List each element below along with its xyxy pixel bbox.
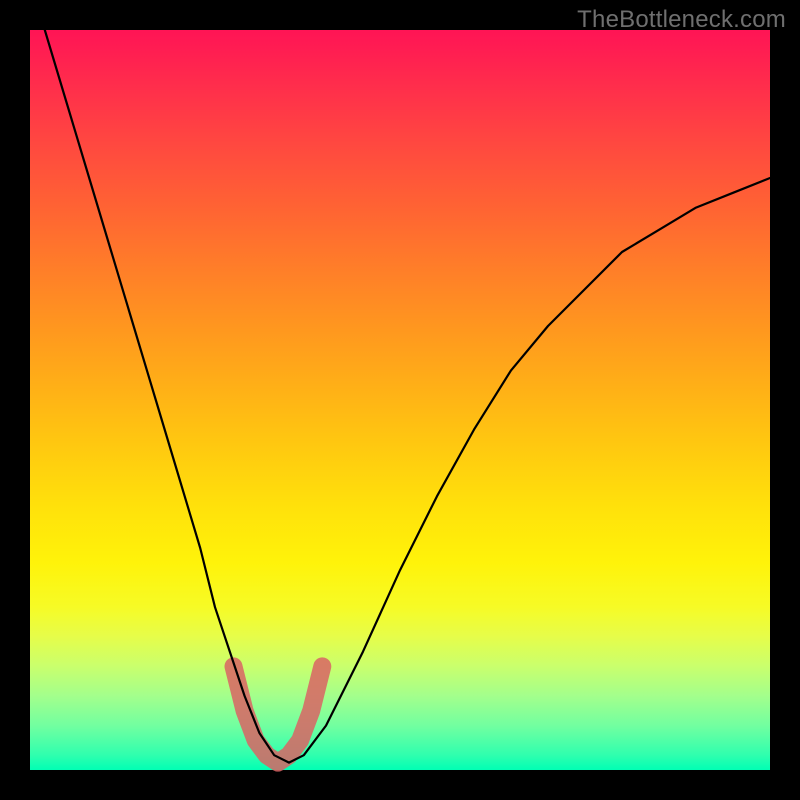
plot-area bbox=[30, 30, 770, 770]
curve-svg bbox=[30, 30, 770, 770]
watermark-text: TheBottleneck.com bbox=[577, 6, 786, 34]
bottleneck-curve bbox=[45, 30, 770, 763]
chart-frame: TheBottleneck.com bbox=[0, 0, 800, 800]
